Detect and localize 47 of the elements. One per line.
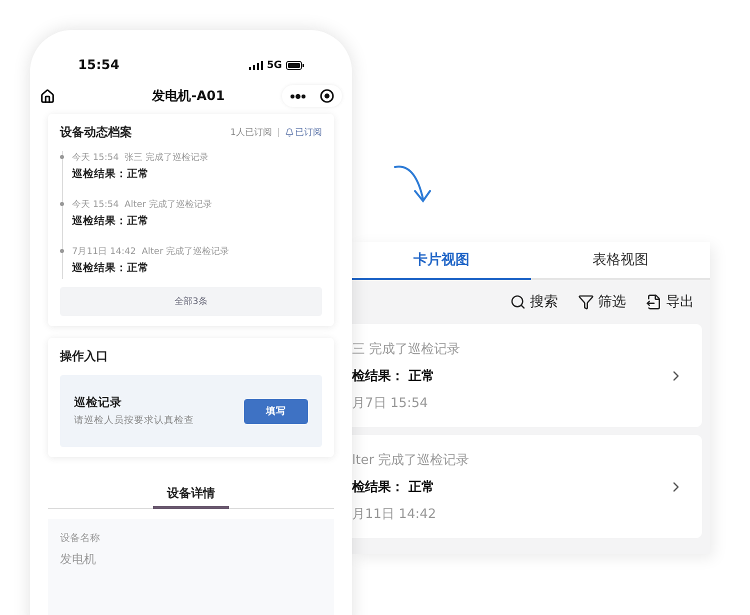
timeline-dot <box>60 202 64 206</box>
record-card[interactable]: lter 完成了巡检记录 检结果： 正常 月11日 14:42 <box>352 435 702 538</box>
view-tab[interactable]: 表格视图 <box>531 242 710 280</box>
timeline-dot <box>60 249 64 253</box>
entry-meta: 7月11日 14:42 Alter 完成了巡检记录 <box>72 246 230 258</box>
status-time: 15:54 <box>78 58 120 72</box>
record-result: 检结果： 正常 <box>352 478 436 496</box>
action-hint: 请巡检人员按要求认真检查 <box>74 414 194 427</box>
network-label: 5G <box>266 60 282 70</box>
field-value: 发电机 <box>60 551 97 568</box>
filter-icon <box>578 294 594 310</box>
subscribe-button[interactable]: 已订阅 <box>285 126 322 139</box>
record-date: 月11日 14:42 <box>352 506 438 522</box>
page-title: 发电机-A01 <box>152 88 225 105</box>
export-icon <box>646 294 662 310</box>
close-target-icon[interactable] <box>320 89 334 103</box>
view-tab[interactable]: 卡片视图 <box>352 242 531 280</box>
export-button[interactable]: 导出 <box>646 293 694 311</box>
search-icon <box>510 294 526 310</box>
timeline-dot <box>60 155 64 159</box>
entry-result: 巡检结果：正常 <box>72 214 150 228</box>
curved-arrow-icon <box>393 163 433 205</box>
bell-icon <box>285 128 294 137</box>
entry-meta: 今天 15:54 张三 完成了巡检记录 <box>72 152 210 164</box>
card-title: 设备动态档案 <box>60 124 132 141</box>
subscriber-count: 1人已订阅 <box>230 126 272 139</box>
entry-result: 巡检结果：正常 <box>72 167 150 181</box>
record-card[interactable]: 三 完成了巡检记录 检结果： 正常 月7日 15:54 <box>352 324 702 427</box>
entry-meta: 今天 15:54 Alter 完成了巡检记录 <box>72 198 213 211</box>
fill-button[interactable]: 填写 <box>244 398 308 424</box>
entry-result: 巡检结果：正常 <box>72 261 150 275</box>
signal-icon <box>248 60 263 70</box>
battery-icon <box>286 60 304 70</box>
mini-program-capsule[interactable] <box>282 85 342 107</box>
record-result: 检结果： 正常 <box>352 368 436 384</box>
show-all-button[interactable]: 全部3条 <box>60 287 322 316</box>
home-icon[interactable] <box>40 88 55 104</box>
action-title: 巡检记录 <box>74 395 123 410</box>
more-icon[interactable] <box>290 94 306 98</box>
search-button[interactable]: 搜索 <box>510 293 558 311</box>
field-label: 设备名称 <box>60 532 101 545</box>
record-title: 三 完成了巡检记录 <box>352 340 460 358</box>
card-title: 操作入口 <box>60 348 109 365</box>
detail-tab[interactable]: 设备详情 <box>153 485 229 509</box>
filter-button[interactable]: 筛选 <box>578 293 626 311</box>
record-title: lter 完成了巡检记录 <box>352 452 470 468</box>
record-date: 月7日 15:54 <box>352 394 429 412</box>
